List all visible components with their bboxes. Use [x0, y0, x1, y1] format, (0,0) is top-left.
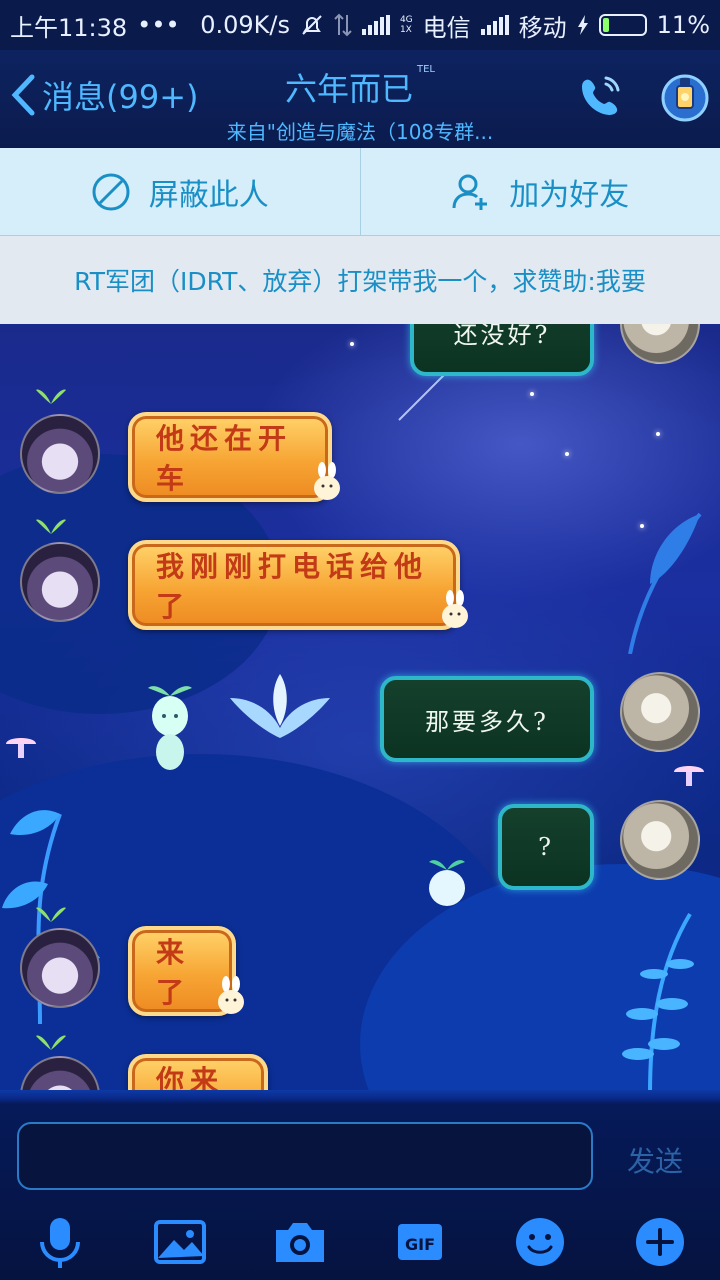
chat-subtitle: 来自"创造与魔法（108专群... [226, 120, 494, 144]
message-bubble-outgoing[interactable]: 那要多久? [380, 676, 594, 762]
bunny-icon [218, 976, 244, 1014]
status-time: 上午11:38 [10, 13, 128, 42]
message-text: 还没好? [453, 324, 551, 349]
chat-title-block[interactable]: 六年而已 TEL 来自"创造与魔法（108专群... [220, 64, 500, 145]
camera-button[interactable] [270, 1212, 330, 1272]
battery-level: 11% [656, 11, 710, 39]
background-star [350, 342, 354, 346]
flower-icon [230, 674, 330, 738]
fern-plant-icon [622, 912, 694, 1092]
sprout-icon [36, 519, 66, 534]
avatar-self[interactable] [620, 324, 700, 364]
message-text: 那要多久? [425, 707, 549, 736]
block-icon [92, 173, 130, 210]
chat-message-list[interactable]: 还没好? 他还在开车 我刚刚打电话给他了 那要多久? ? 来了 你来了 [0, 324, 720, 1092]
charging-icon [577, 15, 588, 35]
chat-title: 六年而已 [284, 70, 413, 108]
carrier-mobile: 移动 [518, 13, 567, 42]
status-bar: 上午11:38 ••• 0.09K/s 4G 1X 电信 移动 11% [0, 0, 720, 50]
block-user-label: 屏蔽此人 [148, 177, 269, 213]
signal-icon-2 [480, 15, 509, 35]
sprout-icon [36, 1035, 66, 1050]
message-bubble-incoming[interactable]: 你来了 [128, 1054, 268, 1092]
message-bubble-incoming[interactable]: 他还在开车 [128, 412, 332, 502]
add-friend-button[interactable]: 加为好友 [361, 148, 720, 235]
back-label: 消息(99+) [42, 78, 199, 116]
background-star [656, 432, 660, 436]
avatar-contact[interactable] [20, 542, 100, 622]
smiley-icon [516, 1218, 564, 1266]
phone-icon[interactable] [576, 72, 624, 120]
carrier-telecom: 电信 [422, 13, 471, 42]
message-composer: 发送 GIF [0, 1090, 720, 1280]
bunny-icon [314, 462, 340, 500]
message-bubble-incoming[interactable]: 我刚刚打电话给他了 [128, 540, 460, 630]
message-text: 他还在开车 [156, 422, 293, 495]
network-type: 4G 1X [399, 15, 413, 35]
voice-button[interactable] [30, 1212, 90, 1272]
data-transfer-icon [334, 13, 352, 37]
bunny-icon [442, 590, 468, 628]
battery-icon [598, 14, 647, 36]
more-button[interactable] [630, 1212, 690, 1272]
camera-icon [276, 1223, 324, 1262]
gif-icon: GIF [398, 1224, 442, 1260]
microphone-icon [40, 1218, 80, 1268]
send-button[interactable]: 发送 [610, 1140, 700, 1180]
gif-button[interactable]: GIF [390, 1212, 450, 1272]
message-input[interactable] [17, 1122, 593, 1190]
message-bubble-outgoing[interactable]: 还没好? [410, 324, 594, 376]
background-star [530, 392, 534, 396]
svg-text:GIF: GIF [405, 1235, 435, 1254]
avatar-self[interactable] [620, 672, 700, 752]
message-bubble-outgoing[interactable]: ? [498, 804, 594, 890]
composer-toolbar: GIF [0, 1212, 720, 1272]
group-notice-text: RT军团（IDRT、放弃）打架带我一个，求赞助:我要 [74, 267, 646, 296]
add-friend-label: 加为好友 [509, 177, 630, 213]
network-speed: 0.09K/s [200, 11, 290, 39]
photo-album-button[interactable] [150, 1212, 210, 1272]
add-friend-icon [452, 174, 488, 210]
fern-plant-icon [628, 512, 702, 654]
avatar-contact[interactable] [20, 414, 100, 494]
sprout-icon [36, 389, 66, 404]
spirit-creature-icon [429, 860, 465, 906]
avatar-self[interactable] [620, 800, 700, 880]
mute-icon [302, 15, 322, 35]
stranger-action-bar: 屏蔽此人 加为好友 [0, 148, 720, 236]
mushroom-icon [674, 766, 704, 786]
background-star [565, 452, 569, 456]
spirit-creature-icon [148, 686, 192, 770]
chat-header: 消息(99+) 六年而已 TEL 来自"创造与魔法（108专群... [0, 50, 720, 148]
back-button[interactable]: 消息(99+) [10, 72, 199, 118]
lantern-profile-icon[interactable] [660, 70, 710, 122]
avatar-contact[interactable] [20, 928, 100, 1008]
group-notice-banner[interactable]: RT军团（IDRT、放弃）打架带我一个，求赞助:我要 [0, 236, 720, 324]
sprout-icon [36, 907, 66, 922]
message-text: 我刚刚打电话给他了 [156, 550, 429, 623]
image-icon [154, 1220, 206, 1264]
emoji-button[interactable] [510, 1212, 570, 1272]
message-text: ? [538, 833, 554, 861]
message-text: 你来了 [156, 1064, 225, 1092]
chevron-left-icon [11, 74, 35, 116]
plus-icon [636, 1218, 684, 1266]
message-text: 来了 [156, 936, 191, 1009]
notification-dots: ••• [137, 11, 180, 39]
tel-badge: TEL [417, 64, 435, 75]
signal-icon [361, 15, 390, 35]
block-user-button[interactable]: 屏蔽此人 [0, 148, 361, 235]
mushroom-icon [6, 738, 36, 758]
